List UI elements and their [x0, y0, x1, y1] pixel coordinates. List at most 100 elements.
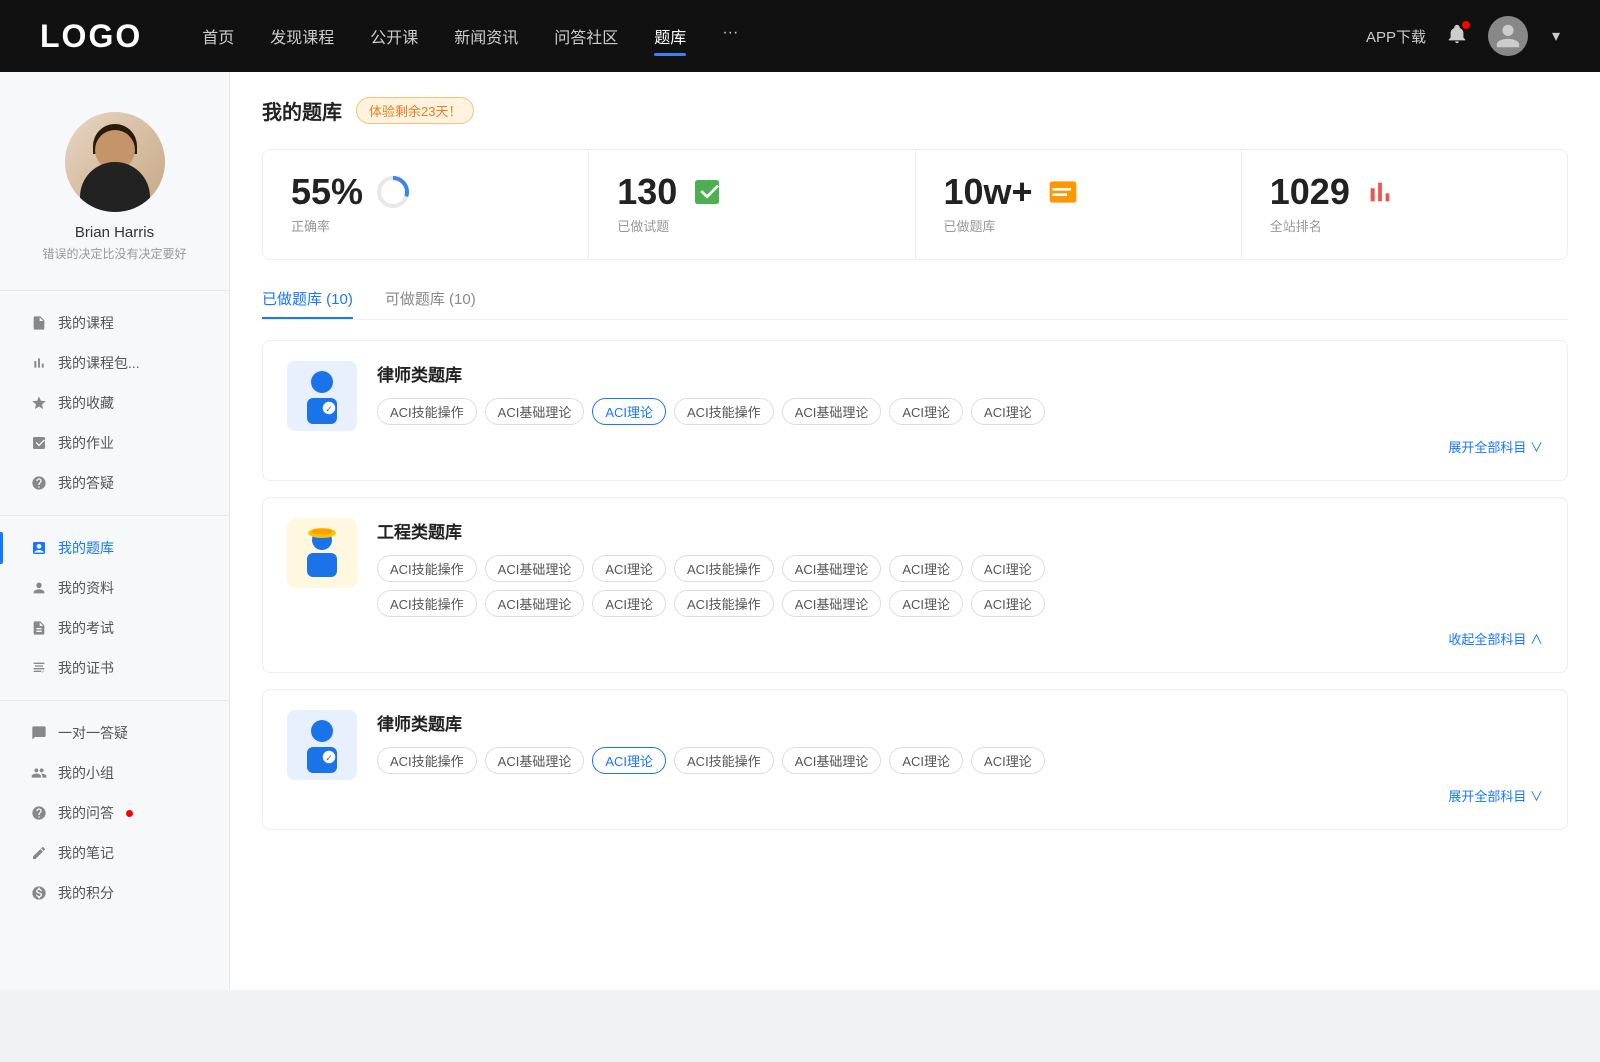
tag-l1-1[interactable]: ACI基础理论	[485, 398, 585, 425]
sidebar-label-my-points: 我的积分	[58, 883, 114, 903]
sidebar-divider-3	[0, 700, 229, 701]
stats-row: 55% 正确率 130 已做试题	[262, 149, 1568, 260]
stat-accuracy-value: 55%	[291, 174, 363, 210]
tag-e2-4[interactable]: ACI基础理论	[782, 590, 882, 617]
sidebar-label-my-qbank: 我的题库	[58, 538, 114, 558]
group-icon	[30, 764, 48, 782]
sidebar-item-my-cert[interactable]: 我的证书	[0, 648, 229, 688]
tag-l2-3[interactable]: ACI技能操作	[674, 747, 774, 774]
stat-accuracy: 55% 正确率	[263, 150, 589, 259]
nav-news[interactable]: 新闻资讯	[454, 20, 518, 52]
nav-right: APP下载 ▾	[1366, 16, 1560, 56]
qbank-title-lawyer1: 律师类题库	[377, 361, 1543, 386]
tag-l2-1[interactable]: ACI基础理论	[485, 747, 585, 774]
expand-lawyer1[interactable]: 展开全部科目 ∨	[377, 433, 1543, 460]
profile-motto: 错误的决定比没有决定要好	[26, 245, 202, 262]
svg-text:✓: ✓	[325, 404, 333, 414]
stat-rank-icon	[1362, 174, 1398, 210]
expand-lawyer2[interactable]: 展开全部科目 ∨	[377, 782, 1543, 809]
sidebar-label-my-homework: 我的作业	[58, 433, 114, 453]
nav-more[interactable]: ···	[722, 20, 738, 52]
tags-row2-engineer1: ACI技能操作 ACI基础理论 ACI理论 ACI技能操作 ACI基础理论 AC…	[377, 590, 1543, 617]
sidebar-item-my-course-pkg[interactable]: 我的课程包...	[0, 343, 229, 383]
user-menu-chevron[interactable]: ▾	[1552, 26, 1560, 46]
svg-text:✓: ✓	[325, 753, 333, 763]
tag-l2-4[interactable]: ACI基础理论	[782, 747, 882, 774]
sidebar-label-my-answers: 我的问答	[58, 803, 114, 823]
stat-rank-text: 1029 全站排名	[1270, 174, 1350, 235]
tag-e1-2[interactable]: ACI理论	[592, 555, 666, 582]
tag-e1-3[interactable]: ACI技能操作	[674, 555, 774, 582]
tag-e2-3[interactable]: ACI技能操作	[674, 590, 774, 617]
nav-home[interactable]: 首页	[202, 20, 234, 52]
sidebar-item-my-group[interactable]: 我的小组	[0, 753, 229, 793]
file-icon	[30, 314, 48, 332]
sidebar-item-my-qa[interactable]: 我的答疑	[0, 463, 229, 503]
bar-chart-red-icon	[1364, 176, 1396, 208]
tag-l1-2[interactable]: ACI理论	[592, 398, 666, 425]
sidebar-item-my-course[interactable]: 我的课程	[0, 303, 229, 343]
tag-l2-6[interactable]: ACI理论	[971, 747, 1045, 774]
star-icon	[30, 394, 48, 412]
homework-icon	[30, 434, 48, 452]
app-download-link[interactable]: APP下载	[1366, 26, 1426, 47]
stat-rank-label: 全站排名	[1270, 216, 1350, 235]
stat-done-banks-value: 10w+	[944, 174, 1033, 210]
tag-l1-0[interactable]: ACI技能操作	[377, 398, 477, 425]
sidebar: Brian Harris 错误的决定比没有决定要好 我的课程 我的课程包... …	[0, 72, 230, 990]
tag-l1-5[interactable]: ACI理论	[889, 398, 963, 425]
nav-qa[interactable]: 问答社区	[554, 20, 618, 52]
sidebar-item-my-profile[interactable]: 我的资料	[0, 568, 229, 608]
logo: LOGO	[40, 18, 142, 55]
tag-e2-2[interactable]: ACI理论	[592, 590, 666, 617]
tag-l2-2[interactable]: ACI理论	[592, 747, 666, 774]
tag-l1-4[interactable]: ACI基础理论	[782, 398, 882, 425]
sidebar-item-my-qbank[interactable]: 我的题库	[0, 528, 229, 568]
qbank-icon-lawyer2: ✓	[287, 710, 357, 780]
cert-icon	[30, 659, 48, 677]
sidebar-item-my-favorites[interactable]: 我的收藏	[0, 383, 229, 423]
user-avatar[interactable]	[1488, 16, 1528, 56]
main-content: 我的题库 体验剩余23天！ 55% 正确率 1	[230, 72, 1600, 990]
profile-name: Brian Harris	[75, 224, 154, 241]
collapse-engineer1[interactable]: 收起全部科目 ∧	[377, 625, 1543, 652]
sidebar-item-my-answers[interactable]: 我的问答	[0, 793, 229, 833]
tags-row1-engineer1: ACI技能操作 ACI基础理论 ACI理论 ACI技能操作 ACI基础理论 AC…	[377, 555, 1543, 582]
tab-available[interactable]: 可做题库 (10)	[385, 288, 476, 319]
nav-links: 首页 发现课程 公开课 新闻资讯 问答社区 题库 ···	[202, 20, 1366, 52]
sidebar-item-my-notes[interactable]: 我的笔记	[0, 833, 229, 873]
page-title: 我的题库	[262, 96, 342, 125]
qbank-card-engineer1: 工程类题库 ACI技能操作 ACI基础理论 ACI理论 ACI技能操作 ACI基…	[262, 497, 1568, 673]
nav-qbank[interactable]: 题库	[654, 20, 686, 52]
sidebar-item-one-on-one[interactable]: 一对一答疑	[0, 713, 229, 753]
tag-e1-4[interactable]: ACI基础理论	[782, 555, 882, 582]
profile-icon	[30, 579, 48, 597]
sidebar-item-my-points[interactable]: 我的积分	[0, 873, 229, 913]
tag-e1-0[interactable]: ACI技能操作	[377, 555, 477, 582]
tag-e1-5[interactable]: ACI理论	[889, 555, 963, 582]
tag-l1-6[interactable]: ACI理论	[971, 398, 1045, 425]
tag-e2-1[interactable]: ACI基础理论	[485, 590, 585, 617]
stat-done-q-value: 130	[617, 174, 677, 210]
sidebar-divider-top	[0, 290, 229, 291]
tag-e2-6[interactable]: ACI理论	[971, 590, 1045, 617]
tag-e2-0[interactable]: ACI技能操作	[377, 590, 477, 617]
tag-l2-5[interactable]: ACI理论	[889, 747, 963, 774]
nav-discover[interactable]: 发现课程	[270, 20, 334, 52]
tag-e1-1[interactable]: ACI基础理论	[485, 555, 585, 582]
qbank-header-lawyer1: ✓ 律师类题库 ACI技能操作 ACI基础理论 ACI理论 ACI技能操作 AC…	[287, 361, 1543, 460]
sidebar-item-my-exam[interactable]: 我的考试	[0, 608, 229, 648]
main-layout: Brian Harris 错误的决定比没有决定要好 我的课程 我的课程包... …	[0, 72, 1600, 990]
tag-l2-0[interactable]: ACI技能操作	[377, 747, 477, 774]
sidebar-label-my-course-pkg: 我的课程包...	[58, 353, 140, 373]
tag-l1-3[interactable]: ACI技能操作	[674, 398, 774, 425]
tag-e1-6[interactable]: ACI理论	[971, 555, 1045, 582]
tab-done[interactable]: 已做题库 (10)	[262, 288, 353, 319]
one-on-one-icon	[30, 724, 48, 742]
qa-icon	[30, 474, 48, 492]
bar-icon	[30, 354, 48, 372]
notification-bell[interactable]	[1446, 23, 1468, 50]
nav-openclass[interactable]: 公开课	[370, 20, 418, 52]
tag-e2-5[interactable]: ACI理论	[889, 590, 963, 617]
sidebar-item-my-homework[interactable]: 我的作业	[0, 423, 229, 463]
